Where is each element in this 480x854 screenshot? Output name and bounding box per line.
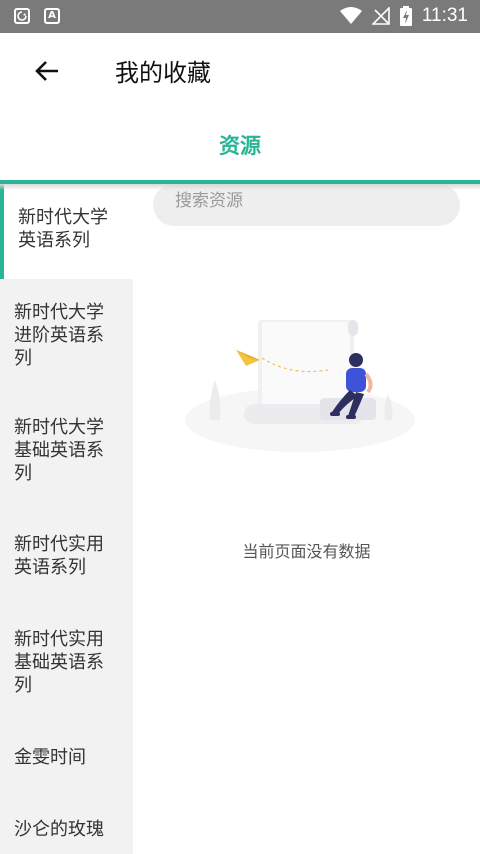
sidebar-item-new-era-college-advanced-english[interactable]: 新时代大学进阶英语系列 — [0, 279, 133, 394]
arrow-left-icon — [35, 61, 58, 81]
page-title: 我的收藏 — [115, 59, 211, 87]
sidebar-item-new-era-college-basic-english[interactable]: 新时代大学基础英语系列 — [0, 394, 133, 511]
sidebar-item-label: 新时代大学英语系列 — [18, 207, 108, 251]
sidebar-item-jinwen-time[interactable]: 金雯时间 — [0, 724, 133, 796]
sidebar-item-label: 沙仑的玫瑰 — [14, 819, 104, 840]
back-button[interactable] — [28, 51, 68, 91]
tab-resources[interactable]: 资源 — [0, 130, 480, 160]
wifi-icon — [339, 7, 362, 24]
tab-bar: 资源 — [0, 108, 480, 184]
sidebar-item-label: 新时代实用英语系列 — [14, 534, 104, 578]
sidebar-item-label: 新时代大学进阶英语系列 — [14, 302, 104, 369]
no-signal-icon — [371, 7, 390, 25]
search-input[interactable]: 搜索资源 — [153, 184, 460, 226]
status-bar: A 11:31 — [0, 0, 480, 33]
sidebar-item-new-era-practical-english[interactable]: 新时代实用英语系列 — [0, 511, 133, 606]
sidebar-item-rose-of-sharon[interactable]: 沙仑的玫瑰 — [0, 796, 133, 854]
empty-state-illustration — [185, 320, 415, 452]
category-sidebar[interactable]: 新时代大学英语系列 新时代大学进阶英语系列 新时代大学基础英语系列 新时代实用英… — [0, 184, 133, 854]
empty-state-message: 当前页面没有数据 — [242, 542, 371, 561]
sidebar-item-new-era-college-english[interactable]: 新时代大学英语系列 — [0, 184, 133, 279]
app-bar: 我的收藏 — [0, 33, 480, 108]
font-a-icon: A — [44, 8, 60, 24]
battery-charging-icon — [399, 6, 412, 26]
sidebar-item-label: 新时代大学基础英语系列 — [14, 417, 104, 484]
tab-divider-shadow — [0, 184, 480, 190]
status-time: 11:31 — [421, 5, 468, 26]
sidebar-item-label: 金雯时间 — [14, 747, 86, 768]
sidebar-item-label: 新时代实用基础英语系列 — [14, 629, 104, 696]
sidebar-item-new-era-practical-basic-english[interactable]: 新时代实用基础英语系列 — [0, 606, 133, 724]
cloud-sync-icon — [14, 8, 30, 24]
